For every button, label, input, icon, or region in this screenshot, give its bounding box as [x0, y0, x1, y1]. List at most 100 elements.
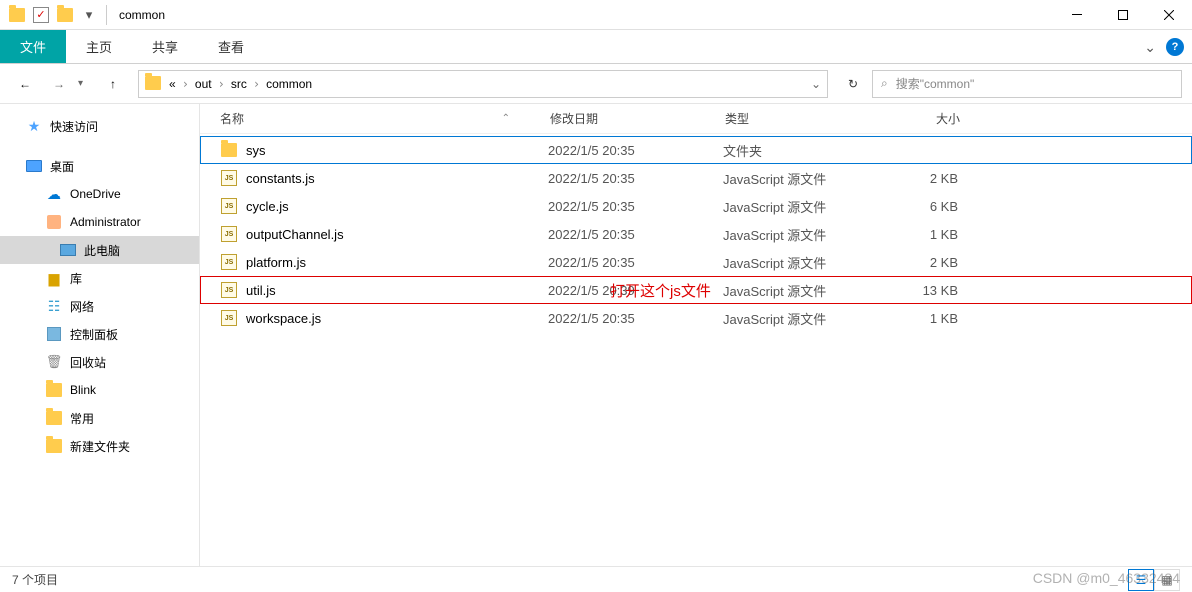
js-file-icon: JS [220, 169, 238, 187]
col-date-header[interactable]: 修改日期 [550, 110, 725, 127]
file-name: workspace.js [246, 311, 548, 326]
sidebar-item[interactable]: 桌面 [0, 152, 199, 180]
file-size: 6 KB [878, 199, 968, 214]
annotation-text: 打开这个js文件 [610, 280, 711, 301]
user-icon [46, 214, 62, 230]
file-type: JavaScript 源文件 [723, 253, 878, 272]
breadcrumb-item[interactable]: src [229, 77, 249, 91]
sidebar-item-label: 此电脑 [84, 242, 120, 259]
sidebar-item[interactable]: 新建文件夹 [0, 432, 199, 460]
sidebar-item-label: 常用 [70, 410, 94, 427]
file-size: 2 KB [878, 171, 968, 186]
watermark: CSDN @m0_46332434 [1033, 570, 1180, 586]
column-headers[interactable]: 名称⌃ 修改日期 类型 大小 [200, 104, 1192, 134]
panel-icon [46, 326, 62, 342]
file-type: JavaScript 源文件 [723, 169, 878, 188]
sidebar-item[interactable]: Administrator [0, 208, 199, 236]
lib-icon: ▆ [46, 270, 62, 286]
address-bar[interactable]: « ›out›src›common ⌄ [138, 70, 828, 98]
file-row[interactable]: JS cycle.js2022/1/5 20:35JavaScript 源文件6 … [200, 192, 1192, 220]
file-name: sys [246, 143, 548, 158]
file-type: JavaScript 源文件 [723, 281, 878, 300]
app-folder-icon [6, 4, 28, 26]
js-file-icon: JS [220, 309, 238, 327]
search-placeholder: 搜索"common" [896, 75, 975, 92]
crumb-separator: › [249, 77, 264, 91]
col-size-header[interactable]: 大小 [880, 110, 970, 127]
sidebar-item-label: 控制面板 [70, 326, 118, 343]
qat-dropdown-icon[interactable]: ▾ [78, 4, 100, 26]
breadcrumb-item[interactable]: common [264, 77, 314, 91]
file-row[interactable]: JSutil.js2022/1/5 20:39JavaScript 源文件13 … [200, 276, 1192, 304]
col-type-header[interactable]: 类型 [725, 110, 880, 127]
file-size: 1 KB [878, 311, 968, 326]
star-icon: ★ [26, 118, 42, 134]
folder-icon [46, 382, 62, 398]
sidebar-item[interactable]: 控制面板 [0, 320, 199, 348]
sidebar-item[interactable]: 🗑回收站 [0, 348, 199, 376]
file-date: 2022/1/5 20:35 [548, 311, 723, 326]
ribbon-file-tab[interactable]: 文件 [0, 30, 66, 63]
sidebar-item[interactable]: 此电脑 [0, 236, 199, 264]
qat-folder-icon[interactable] [54, 4, 76, 26]
file-row[interactable]: JS workspace.js2022/1/5 20:35JavaScript 源… [200, 304, 1192, 332]
js-file-icon: JS [220, 197, 238, 215]
file-content: 名称⌃ 修改日期 类型 大小 sys2022/1/5 20:35文件夹JScon… [200, 104, 1192, 566]
file-list: sys2022/1/5 20:35文件夹JSconstants.js2022/1… [200, 134, 1192, 334]
address-folder-icon [145, 76, 161, 92]
sidebar-item-label: 快速访问 [50, 118, 98, 135]
file-row[interactable]: JSconstants.js2022/1/5 20:35JavaScript 源… [200, 164, 1192, 192]
ribbon-tab-0[interactable]: 主页 [66, 30, 132, 63]
file-name: cycle.js [246, 199, 548, 214]
sidebar-item[interactable]: Blink [0, 376, 199, 404]
title-separator [106, 5, 107, 25]
sidebar-item-label: Administrator [70, 215, 141, 229]
history-dropdown-icon[interactable]: ▾ [78, 78, 94, 89]
sidebar: ★ 快速访问桌面 ☁OneDrive Administrator 此电脑 ▆库☷网络控制面… [0, 104, 200, 566]
breadcrumb-item[interactable]: out [193, 77, 214, 91]
sidebar-item[interactable]: ★ 快速访问 [0, 112, 199, 140]
col-name-header[interactable]: 名称 [220, 110, 244, 127]
file-type: JavaScript 源文件 [723, 197, 878, 216]
sidebar-item[interactable]: 常用 [0, 404, 199, 432]
file-name: util.js [246, 283, 548, 298]
forward-button[interactable]: → [44, 70, 74, 98]
main-area: ★ 快速访问桌面 ☁OneDrive Administrator 此电脑 ▆库☷网络控制面… [0, 104, 1192, 566]
up-button[interactable]: ↑ [98, 70, 128, 98]
file-name: constants.js [246, 171, 548, 186]
back-button[interactable]: ← [10, 70, 40, 98]
maximize-button[interactable] [1100, 0, 1146, 30]
help-icon[interactable]: ? [1166, 38, 1184, 56]
refresh-button[interactable]: ↻ [838, 70, 868, 98]
search-input[interactable]: ⌕ 搜索"common" [872, 70, 1182, 98]
sidebar-item[interactable]: ☷网络 [0, 292, 199, 320]
sidebar-item-label: 网络 [70, 298, 94, 315]
file-row[interactable]: JSplatform.js2022/1/5 20:35JavaScript 源文… [200, 248, 1192, 276]
js-file-icon: JS [220, 225, 238, 243]
breadcrumb-prefix: « [167, 77, 178, 91]
file-type: 文件夹 [723, 141, 878, 160]
file-row[interactable]: JSoutputChannel.js2022/1/5 20:35JavaScri… [200, 220, 1192, 248]
file-type: JavaScript 源文件 [723, 309, 878, 328]
status-bar: 7 个项目 ☰ ▦ [0, 566, 1192, 592]
minimize-button[interactable] [1054, 0, 1100, 30]
address-dropdown-icon[interactable]: ⌄ [811, 77, 821, 91]
ribbon-collapse-icon[interactable]: ⌄ [1144, 39, 1156, 56]
cloud-icon: ☁ [46, 186, 62, 202]
file-row[interactable]: sys2022/1/5 20:35文件夹 [200, 136, 1192, 164]
ribbon-tab-2[interactable]: 查看 [198, 30, 264, 63]
sidebar-item[interactable]: ▆库 [0, 264, 199, 292]
ribbon-tab-1[interactable]: 共享 [132, 30, 198, 63]
sidebar-item-label: 新建文件夹 [70, 438, 130, 455]
js-file-icon: JS [220, 253, 238, 271]
folder-icon [220, 141, 238, 159]
close-button[interactable] [1146, 0, 1192, 30]
js-file-icon: JS [220, 281, 238, 299]
qat-checkbox-icon[interactable]: ✓ [30, 4, 52, 26]
file-size: 2 KB [878, 255, 968, 270]
sidebar-item[interactable]: ☁OneDrive [0, 180, 199, 208]
window-title: common [119, 8, 165, 22]
sidebar-item-label: 桌面 [50, 158, 74, 175]
file-date: 2022/1/5 20:35 [548, 199, 723, 214]
bin-icon: 🗑 [46, 354, 62, 370]
